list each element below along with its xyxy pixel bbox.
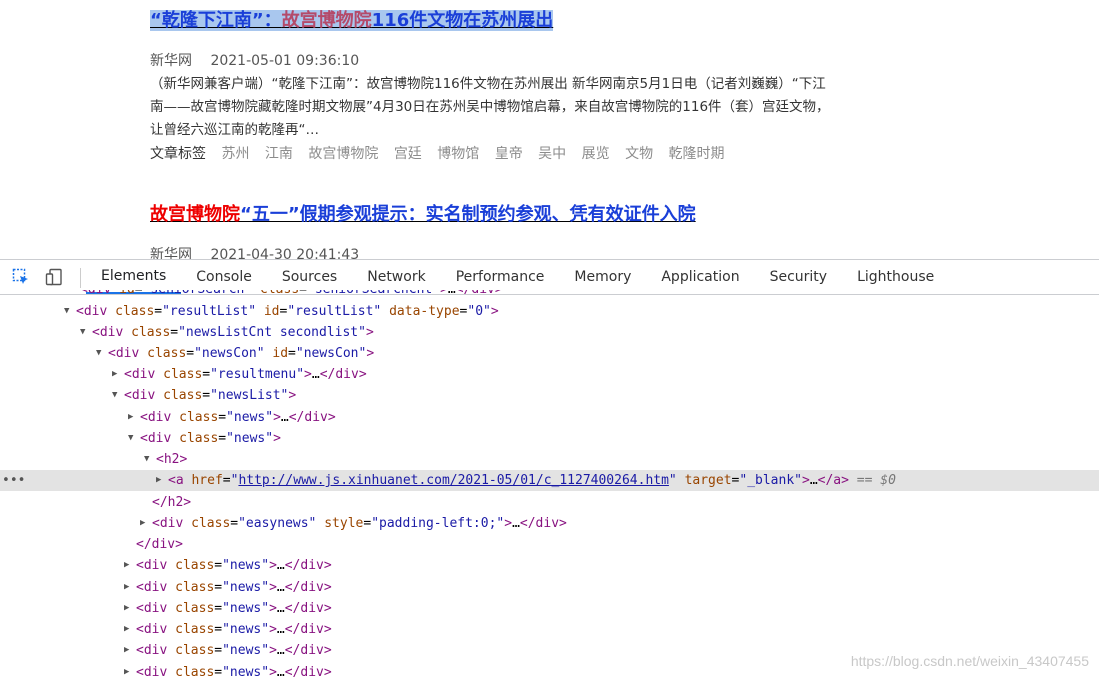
- dom-node[interactable]: ▶ <div class="news">…</div>: [124, 598, 1099, 619]
- device-toolbar-icon[interactable]: [45, 268, 63, 286]
- web-page: “乾隆下江南”：故宫博物院116件文物在苏州展出 新华网 2021-05-01 …: [0, 0, 1099, 259]
- dom-node[interactable]: ▼ <div class="newsList">: [112, 385, 1099, 406]
- expand-triangle-icon[interactable]: ▶: [112, 364, 124, 385]
- tag-link[interactable]: 吴中: [538, 146, 566, 162]
- collapse-triangle-icon[interactable]: ▼: [144, 449, 156, 470]
- title-text: 116件文物在苏州展出: [371, 10, 554, 31]
- more-options-icon[interactable]: •••: [2, 470, 25, 491]
- dom-node-selected[interactable]: ••• ▶ <a href="http://www.js.xinhuanet.co…: [0, 470, 1099, 491]
- tag-link[interactable]: 江南: [265, 146, 293, 162]
- collapse-triangle-icon[interactable]: ▼: [64, 301, 76, 322]
- news-source: 新华网: [150, 53, 192, 69]
- expand-triangle-icon[interactable]: ▶: [124, 598, 136, 619]
- title-text: “乾隆下江南”：: [150, 10, 282, 31]
- tab-console[interactable]: Console: [181, 260, 267, 294]
- expand-triangle-icon[interactable]: ▶: [124, 577, 136, 598]
- href-link[interactable]: http://www.js.xinhuanet.com/2021-05/01/c…: [238, 473, 668, 488]
- dom-node[interactable]: ▼ <div class="resultList" id="resultList"…: [64, 301, 1099, 322]
- dom-node[interactable]: ▶ <div class="news">…</div>: [124, 619, 1099, 640]
- tag-link[interactable]: 文物: [625, 146, 653, 162]
- news-item: “乾隆下江南”：故宫博物院116件文物在苏州展出 新华网 2021-05-01 …: [150, 6, 840, 163]
- dom-node[interactable]: ▶ <div class="resultmenu">…</div>: [112, 364, 1099, 385]
- expand-triangle-icon[interactable]: ▶: [156, 470, 168, 491]
- toolbar-divider: [80, 268, 81, 288]
- devtools-panel: Elements Console Sources Network Perform…: [0, 259, 1099, 677]
- collapse-triangle-icon[interactable]: ▼: [96, 343, 108, 364]
- tag-link[interactable]: 苏州: [221, 146, 249, 162]
- expand-triangle-icon[interactable]: ▶: [128, 407, 140, 428]
- tag-link[interactable]: 博物馆: [437, 146, 479, 162]
- news-title-link[interactable]: 故宫博物院“五一”假期参观提示：实名制预约参观、凭有效证件入院: [150, 200, 840, 226]
- dom-node[interactable]: ▼ <div class="news">: [128, 428, 1099, 449]
- tab-sources[interactable]: Sources: [267, 260, 352, 294]
- expand-triangle-icon[interactable]: ▶: [124, 555, 136, 576]
- dom-node[interactable]: ▶ <div class="easynews" style="padding-le…: [140, 513, 1099, 534]
- dom-node[interactable]: ▼ <div class="newsCon" id="newsCon">: [96, 343, 1099, 364]
- dom-tree: <div id="seniorSearch" class="seniorSear…: [0, 290, 1099, 677]
- news-date: 2021-05-01 09:36:10: [210, 53, 360, 69]
- tag-link[interactable]: 皇帝: [495, 146, 523, 162]
- title-keyword: 故宫博物院: [281, 10, 372, 31]
- tags-label: 文章标签: [150, 146, 206, 162]
- news-source: 新华网: [150, 247, 192, 259]
- news-summary: （新华网兼客户端）“乾隆下江南”：故宫博物院116件文物在苏州展出 新华网南京5…: [150, 76, 830, 138]
- tab-security[interactable]: Security: [755, 260, 843, 294]
- tag-link[interactable]: 展览: [582, 146, 610, 162]
- news-title-link[interactable]: “乾隆下江南”：故宫博物院116件文物在苏州展出: [150, 6, 840, 32]
- inspect-element-icon[interactable]: [12, 268, 30, 286]
- tab-application[interactable]: Application: [646, 260, 754, 294]
- tag-link[interactable]: 故宫博物院: [308, 146, 378, 162]
- collapse-triangle-icon[interactable]: ▼: [112, 385, 124, 406]
- expand-triangle-icon[interactable]: ▶: [124, 662, 136, 677]
- news-meta: 新华网 2021-05-01 09:36:10: [150, 50, 840, 70]
- tab-network[interactable]: Network: [352, 260, 440, 294]
- dom-node[interactable]: ▼ <div class="newsListCnt secondlist">: [80, 322, 1099, 343]
- title-text: “五一”假期参观提示：实名制预约参观、凭有效证件入院: [240, 204, 696, 225]
- title-keyword: 故宫博物院: [150, 204, 240, 225]
- tag-link[interactable]: 乾隆时期: [669, 146, 725, 162]
- dom-node[interactable]: ▶ <div class="news">…</div>: [124, 555, 1099, 576]
- devtools-tabs: Elements Console Sources Network Perform…: [86, 260, 949, 294]
- news-item: 故宫博物院“五一”假期参观提示：实名制预约参观、凭有效证件入院 新华网 2021…: [150, 200, 840, 259]
- expand-triangle-icon[interactable]: ▶: [140, 513, 152, 534]
- tab-performance[interactable]: Performance: [441, 260, 560, 294]
- collapse-triangle-icon[interactable]: ▼: [80, 322, 92, 343]
- selected-marker: == $0: [856, 473, 896, 488]
- tab-memory[interactable]: Memory: [559, 260, 646, 294]
- dom-node[interactable]: ▶ <div class="news">…</div>: [128, 407, 1099, 428]
- collapse-triangle-icon[interactable]: ▼: [128, 428, 140, 449]
- dom-node[interactable]: ▶ <div class="news">…</div>: [124, 577, 1099, 598]
- tab-lighthouse[interactable]: Lighthouse: [842, 260, 949, 294]
- dom-node[interactable]: <div id="seniorSearch" class="seniorSear…: [80, 290, 1099, 300]
- news-tags: 文章标签 苏州 江南 故宫博物院 宫廷 博物馆 皇帝 吴中 展览 文物 乾隆时期: [150, 143, 840, 163]
- expand-triangle-icon[interactable]: ▶: [124, 619, 136, 640]
- expand-triangle-icon[interactable]: ▶: [124, 640, 136, 661]
- news-date: 2021-04-30 20:41:43: [210, 247, 360, 259]
- dom-node[interactable]: ▼ <h2>: [144, 449, 1099, 470]
- dom-node[interactable]: </div>: [136, 534, 1099, 555]
- news-meta: 新华网 2021-04-30 20:41:43: [150, 244, 840, 259]
- tab-elements[interactable]: Elements: [86, 260, 182, 294]
- watermark: https://blog.csdn.net/weixin_43407455: [850, 653, 1089, 669]
- dom-node[interactable]: </h2>: [152, 492, 1099, 513]
- tag-link[interactable]: 宫廷: [394, 146, 422, 162]
